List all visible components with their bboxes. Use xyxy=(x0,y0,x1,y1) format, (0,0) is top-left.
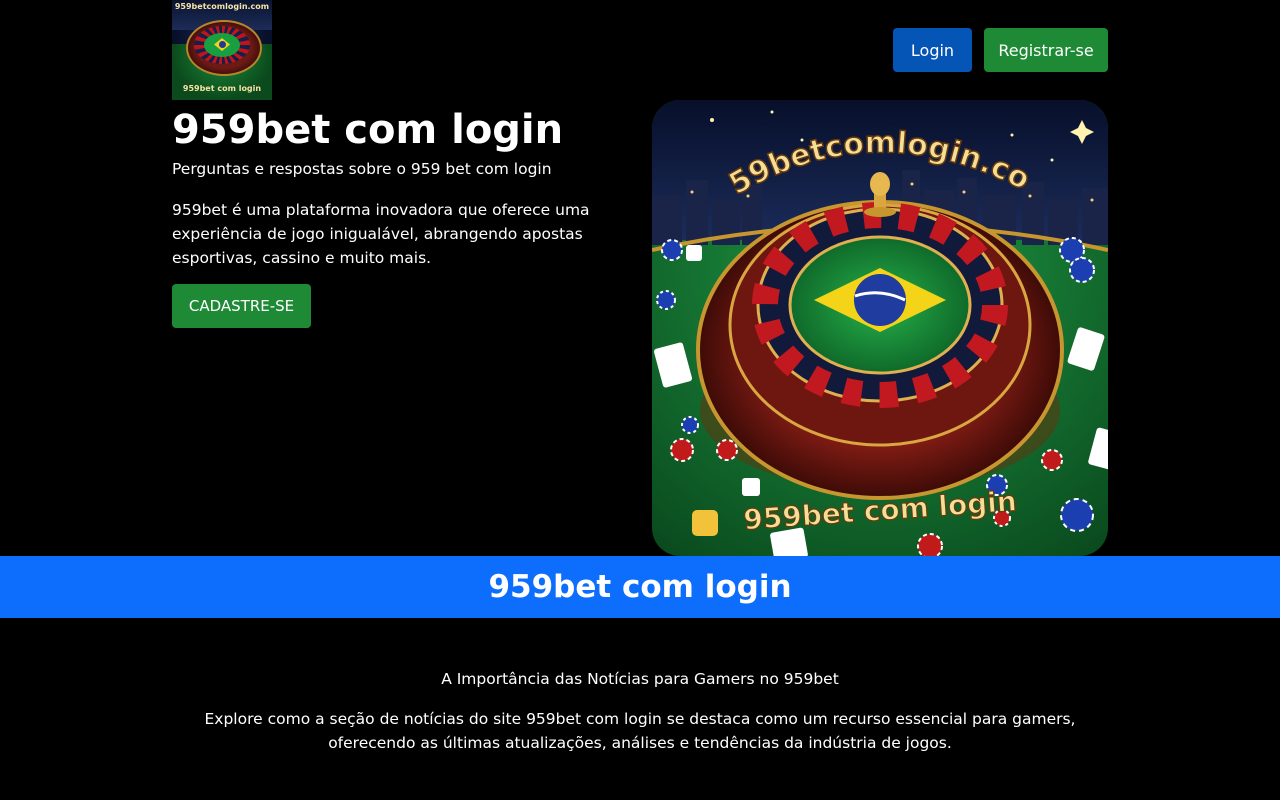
title-banner: 959bet com login xyxy=(0,556,1280,618)
news-section: A Importância das Notícias para Gamers n… xyxy=(0,668,1280,755)
page-container: 959betcomlogin.com 959bet com login Logi… xyxy=(172,0,1108,556)
section-text: Explore como a seção de notícias do site… xyxy=(204,710,1076,752)
section-title: A Importância das Notícias para Gamers n… xyxy=(441,670,839,688)
banner-title: 959bet com login xyxy=(488,569,792,605)
site-header: 959betcomlogin.com 959bet com login Logi… xyxy=(172,0,1108,100)
logo-bottom-text: 959bet com login xyxy=(182,84,262,93)
site-logo[interactable]: 959betcomlogin.com 959bet com login xyxy=(172,0,272,100)
register-button[interactable]: Registrar-se xyxy=(984,28,1108,72)
hero-subtitle: Perguntas e respostas sobre o 959 bet co… xyxy=(172,160,552,178)
roulette-illustration: 959betcomlogin.com xyxy=(652,100,1108,556)
hero-roulette-image: 959betcomlogin.com xyxy=(652,100,1108,556)
logo-top-text: 959betcomlogin.com xyxy=(174,2,270,11)
hero-section: 959bet com login Perguntas e respostas s… xyxy=(172,100,1108,556)
login-button[interactable]: Login xyxy=(893,28,972,72)
signup-cta-button[interactable]: CADASTRE-SE xyxy=(172,284,311,328)
hero-description: 959bet é uma plataforma inovadora que of… xyxy=(172,201,590,267)
page-title: 959bet com login xyxy=(172,107,564,153)
